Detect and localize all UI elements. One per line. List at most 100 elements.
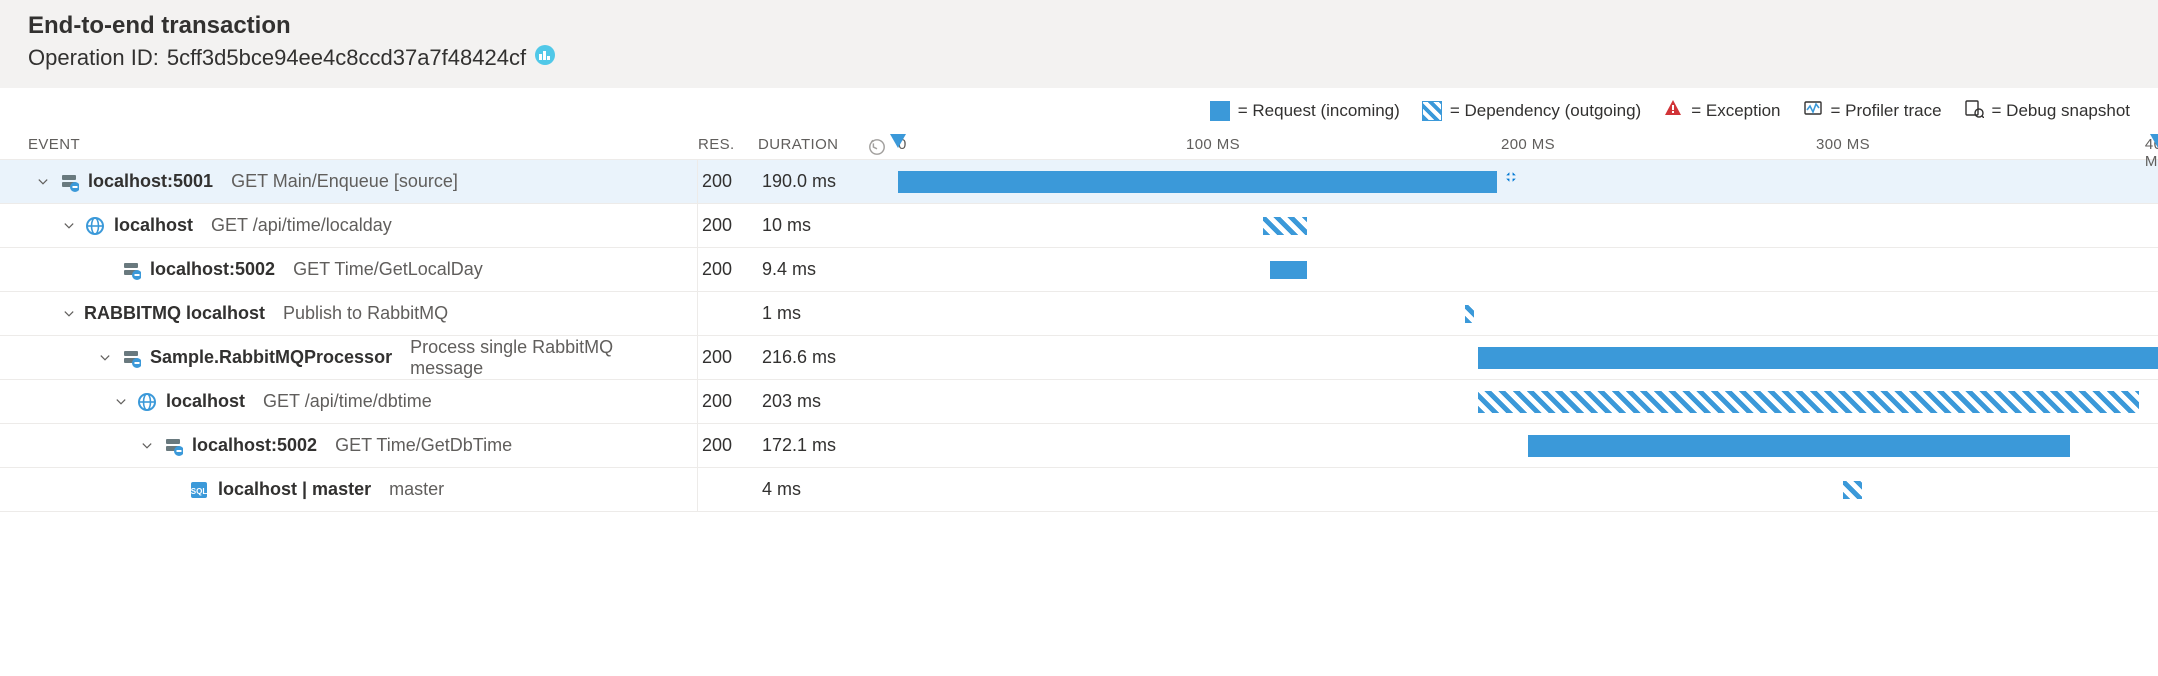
expand-chevron-icon[interactable] [36,176,50,188]
timeline-cell [898,292,2158,335]
timeline-cell [898,204,2158,247]
row-duration: 10 ms [758,215,898,236]
row-status: 200 [698,171,758,192]
globe-icon [136,391,158,413]
legend-exception: = Exception [1663,98,1780,123]
transaction-table: EVENT RES. DURATION 0100 MS200 MS300 MS4… [0,130,2158,512]
expand-chevron-icon[interactable] [114,396,128,408]
expand-chevron-icon[interactable] [140,440,154,452]
event-cell: localhost:5001 GET Main/Enqueue [source] [28,160,698,203]
legend-request: = Request (incoming) [1210,101,1400,121]
event-cell: localhost | master master [28,468,698,511]
request-bar[interactable] [1528,435,2070,457]
table-row[interactable]: RABBITMQ localhostPublish to RabbitMQ1 m… [0,292,2158,336]
legend: = Request (incoming) = Dependency (outgo… [0,88,2158,130]
row-status: 200 [698,347,758,368]
reset-time-icon[interactable] [868,138,886,160]
dependency-bar[interactable] [1263,217,1307,235]
row-name: localhost [166,391,245,412]
row-duration: 190.0 ms [758,171,898,192]
legend-profiler-label: = Profiler trace [1831,101,1942,121]
event-cell: RABBITMQ localhost Publish to RabbitMQ [28,292,698,335]
row-detail: GET Main/Enqueue [source] [231,171,458,192]
event-cell: localhost:5002 GET Time/GetDbTime [28,424,698,467]
request-bar[interactable] [1478,347,2158,369]
row-detail: GET /api/time/localday [211,215,392,236]
row-status: 200 [698,215,758,236]
server-icon [162,435,184,457]
page-header: End-to-end transaction Operation ID: 5cf… [0,0,2158,88]
exception-icon [1663,98,1683,123]
dependency-swatch-icon [1422,101,1442,121]
profiler-icon [1803,98,1823,123]
row-name: localhost:5002 [192,435,317,456]
row-duration: 172.1 ms [758,435,898,456]
dependency-bar[interactable] [1478,391,2140,413]
page-title: End-to-end transaction [28,12,2130,40]
time-filter-handle[interactable] [2150,134,2158,148]
timeline-cell [898,160,2158,203]
sql-icon [188,479,210,501]
server-icon [58,171,80,193]
collapse-icon[interactable] [1503,169,1519,188]
legend-dependency-label: = Dependency (outgoing) [1450,101,1641,121]
legend-snapshot-label: = Debug snapshot [1992,101,2130,121]
expand-chevron-icon[interactable] [98,352,112,364]
dependency-bar[interactable] [1465,305,1474,323]
request-bar[interactable] [1270,261,1308,279]
dependency-bar[interactable] [1843,481,1862,499]
expand-chevron-icon[interactable] [62,220,76,232]
timeline-cell [898,468,2158,511]
legend-dependency: = Dependency (outgoing) [1422,101,1641,121]
timeline-cell [898,380,2158,423]
event-cell: localhostGET /api/time/dbtime [28,380,698,423]
table-row[interactable]: localhost GET /api/time/localday 20010 ms [0,204,2158,248]
row-detail: GET Time/GetDbTime [335,435,512,456]
row-status: 200 [698,391,758,412]
row-name: localhost [114,215,193,236]
event-cell: localhost GET /api/time/localday [28,204,698,247]
expand-chevron-icon[interactable] [62,308,76,320]
request-bar[interactable] [898,171,1497,193]
col-res[interactable]: RES. [698,136,758,153]
table-row[interactable]: localhost | master master 4 ms [0,468,2158,512]
server-icon [120,347,142,369]
row-detail: Publish to RabbitMQ [283,303,448,324]
globe-icon [84,215,106,237]
timeline-cell [898,336,2158,379]
row-detail: Process single RabbitMQ message [410,337,691,379]
operation-id-label: Operation ID: [28,45,159,71]
operation-id-value: 5cff3d5bce94ee4c8ccd37a7f48424cf [167,45,526,71]
timeline-axis[interactable]: 0100 MS200 MS300 MS400 MS [898,136,2158,153]
row-status: 200 [698,259,758,280]
tick-label: 100 MS [1186,136,1240,153]
row-detail: master [389,479,444,500]
row-duration: 9.4 ms [758,259,898,280]
row-detail: GET Time/GetLocalDay [293,259,483,280]
table-row[interactable]: localhostGET /api/time/dbtime200203 ms [0,380,2158,424]
chart-icon[interactable] [534,44,556,72]
col-duration[interactable]: DURATION [758,136,898,153]
legend-snapshot: = Debug snapshot [1964,98,2130,123]
event-cell: Sample.RabbitMQProcessorProcess single R… [28,336,698,379]
table-row[interactable]: localhost:5002 GET Time/GetDbTime 200172.1… [0,424,2158,468]
timeline-cell [898,424,2158,467]
row-duration: 203 ms [758,391,898,412]
row-duration: 4 ms [758,479,898,500]
snapshot-icon [1964,98,1984,123]
table-row[interactable]: Sample.RabbitMQProcessorProcess single R… [0,336,2158,380]
row-name: localhost:5002 [150,259,275,280]
col-duration-label: DURATION [758,136,838,153]
table-row[interactable]: localhost:5001 GET Main/Enqueue [source] 2… [0,160,2158,204]
legend-exception-label: = Exception [1691,101,1780,121]
row-name: localhost | master [218,479,371,500]
row-name: RABBITMQ localhost [84,303,265,324]
row-name: localhost:5001 [88,171,213,192]
table-row[interactable]: localhost:5002 GET Time/GetLocalDay 2009.4… [0,248,2158,292]
col-event[interactable]: EVENT [28,136,698,153]
timeline-cell [898,248,2158,291]
legend-profiler: = Profiler trace [1803,98,1942,123]
time-filter-handle[interactable] [890,134,906,148]
table-header: EVENT RES. DURATION 0100 MS200 MS300 MS4… [0,130,2158,160]
row-status: 200 [698,435,758,456]
